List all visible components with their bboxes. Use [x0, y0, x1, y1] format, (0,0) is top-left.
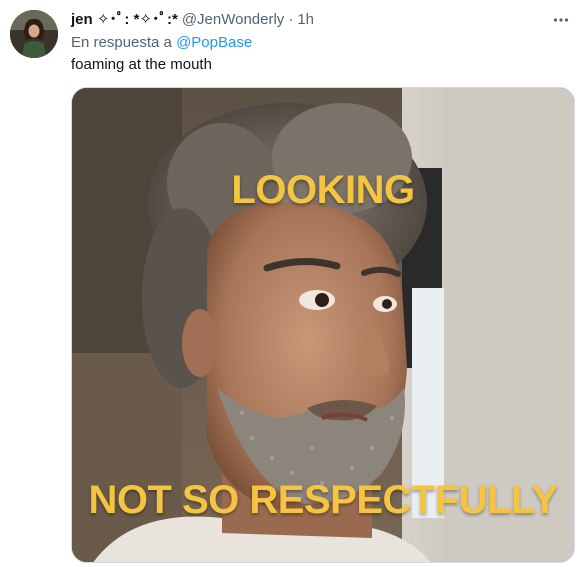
tweet-media-image[interactable]: LOOKING NOT SO RESPECTFULLY	[71, 87, 575, 563]
more-horizontal-icon[interactable]	[551, 10, 571, 30]
avatar[interactable]	[10, 10, 58, 58]
user-handle[interactable]: @JenWonderly	[182, 10, 285, 30]
reply-prefix: En respuesta a	[71, 34, 172, 51]
reply-context: En respuesta a @PopBase	[71, 33, 252, 53]
meme-caption-bottom: NOT SO RESPECTFULLY	[88, 478, 558, 522]
tweet-text: foaming at the mouth	[71, 56, 212, 73]
display-name[interactable]: jen ✧･ﾟ: *✧･ﾟ:*	[71, 10, 178, 30]
reply-mention-link[interactable]: @PopBase	[176, 34, 252, 51]
timestamp[interactable]: 1h	[297, 10, 314, 30]
meme-caption-top: LOOKING	[231, 168, 415, 212]
tweet-header: jen ✧･ﾟ: *✧･ﾟ:* @JenWonderly · 1h	[71, 10, 314, 30]
separator-dot: ·	[288, 11, 294, 28]
tweet[interactable]: jen ✧･ﾟ: *✧･ﾟ:* @JenWonderly · 1h En res…	[0, 0, 583, 567]
